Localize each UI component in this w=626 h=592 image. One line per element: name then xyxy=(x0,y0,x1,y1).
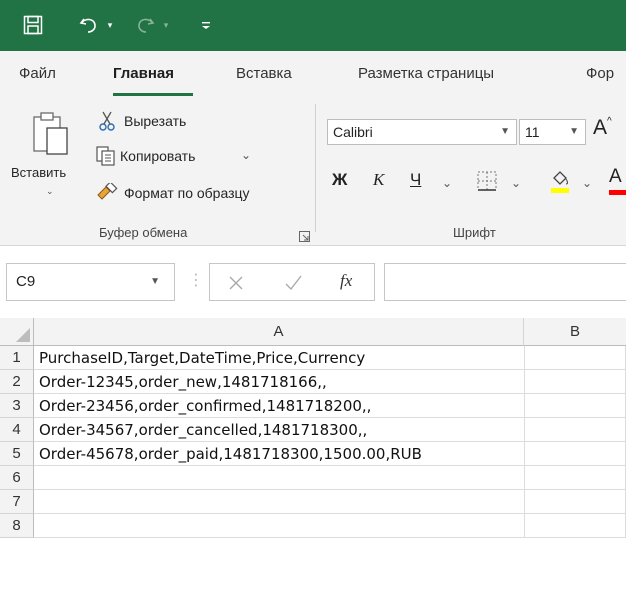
increase-font-size-label: A xyxy=(593,116,608,139)
select-all-corner[interactable] xyxy=(0,318,34,346)
title-bar: ▾ ▾ xyxy=(0,0,626,51)
cell-a4[interactable]: Order-34567,order_cancelled,1481718300,, xyxy=(34,418,524,442)
font-group-label: Шрифт xyxy=(453,225,496,240)
tab-page-layout[interactable]: Разметка страницы xyxy=(358,65,494,82)
font-size-select[interactable]: 11 ▼ xyxy=(519,119,586,145)
active-tab-indicator xyxy=(113,93,193,96)
row-header[interactable]: 3 xyxy=(0,394,34,418)
fx-label: fx xyxy=(340,271,353,290)
cell-a7[interactable] xyxy=(34,490,524,514)
cell-a2[interactable]: Order-12345,order_new,1481718166,, xyxy=(34,370,524,394)
tab-formulas[interactable]: Фор xyxy=(586,65,614,82)
cell-b1[interactable] xyxy=(524,346,626,370)
cancel-icon[interactable] xyxy=(227,271,245,298)
clipboard-group-label: Буфер обмена xyxy=(99,225,188,240)
borders-dropdown-icon[interactable]: ⌄ xyxy=(511,176,521,190)
cell-b6[interactable] xyxy=(524,466,626,490)
cell-b8[interactable] xyxy=(524,514,626,538)
formula-buttons: fx xyxy=(209,263,375,301)
font-family-select[interactable]: Calibri ▼ xyxy=(327,119,517,145)
underline-button[interactable]: Ч xyxy=(410,170,421,190)
cell-a1[interactable]: PurchaseID,Target,DateTime,Price,Currenc… xyxy=(34,346,524,370)
copy-label: Копировать xyxy=(120,148,196,164)
row-header[interactable]: 2 xyxy=(0,370,34,394)
clipboard-dialog-launcher-icon[interactable] xyxy=(299,229,310,247)
increase-font-size-button[interactable]: A^ xyxy=(593,116,612,140)
font-family-value: Calibri xyxy=(333,124,373,140)
cell-b3[interactable] xyxy=(524,394,626,418)
cell-a5[interactable]: Order-45678,order_paid,1481718300,1500.0… xyxy=(34,442,524,466)
paste-button[interactable]: Вставить ⌄ xyxy=(8,108,90,204)
cell-a8[interactable] xyxy=(34,514,524,538)
underline-dropdown-icon[interactable]: ⌄ xyxy=(442,176,452,190)
paste-dropdown-icon[interactable]: ⌄ xyxy=(46,186,54,197)
tab-file[interactable]: Файл xyxy=(19,65,56,82)
row-header[interactable]: 1 xyxy=(0,346,34,370)
redo-icon xyxy=(132,12,158,38)
undo-dropdown-icon[interactable]: ▾ xyxy=(104,16,116,34)
name-box-value: C9 xyxy=(16,273,36,290)
name-box-dropdown-icon[interactable]: ▼ xyxy=(150,264,160,300)
font-family-dropdown-icon: ▼ xyxy=(500,126,510,137)
undo-icon[interactable] xyxy=(76,12,102,38)
font-color-button[interactable]: A xyxy=(609,166,626,196)
tab-insert[interactable]: Вставка xyxy=(236,65,292,82)
row-header[interactable]: 5 xyxy=(0,442,34,466)
redo-dropdown-icon: ▾ xyxy=(163,19,169,30)
cell-b5[interactable] xyxy=(524,442,626,466)
fill-color-icon[interactable] xyxy=(549,168,571,199)
ribbon-group-separator xyxy=(315,104,316,232)
font-color-swatch xyxy=(609,190,626,195)
format-painter-label: Формат по образцу xyxy=(124,185,250,201)
font-size-value: 11 xyxy=(525,124,540,140)
cut-label: Вырезать xyxy=(124,113,187,129)
cell-b2[interactable] xyxy=(524,370,626,394)
fill-color-dropdown-icon[interactable]: ⌄ xyxy=(582,176,592,190)
paste-icon xyxy=(32,110,70,161)
formula-bar-splitter-icon[interactable]: ⋮ xyxy=(188,272,204,290)
font-color-label: A xyxy=(609,166,622,187)
format-painter-icon xyxy=(96,181,118,208)
copy-icon xyxy=(96,146,116,171)
cell-a6[interactable] xyxy=(34,466,524,490)
paste-label: Вставить xyxy=(11,165,67,180)
scissors-icon xyxy=(98,111,116,136)
row-header[interactable]: 6 xyxy=(0,466,34,490)
borders-icon[interactable] xyxy=(476,170,498,197)
cell-b4[interactable] xyxy=(524,418,626,442)
copy-dropdown-icon[interactable]: ⌄ xyxy=(241,148,251,162)
format-painter-button[interactable]: Формат по образцу xyxy=(96,181,296,208)
tab-home[interactable]: Главная xyxy=(113,65,174,82)
column-header-a[interactable]: A xyxy=(34,318,524,346)
bold-button[interactable]: Ж xyxy=(332,170,347,190)
customize-qat-icon[interactable] xyxy=(198,14,214,36)
row-header[interactable]: 4 xyxy=(0,418,34,442)
font-size-dropdown-icon: ▼ xyxy=(569,126,579,137)
cut-button[interactable]: Вырезать xyxy=(96,111,216,133)
name-box[interactable]: C9 ▼ xyxy=(6,263,175,301)
copy-button[interactable]: Копировать ⌄ xyxy=(96,146,266,168)
formula-input[interactable] xyxy=(384,263,626,301)
cell-a3[interactable]: Order-23456,order_confirmed,1481718200,, xyxy=(34,394,524,418)
row-header[interactable]: 8 xyxy=(0,514,34,538)
save-icon[interactable] xyxy=(20,12,46,38)
enter-icon[interactable] xyxy=(283,271,303,298)
column-header-b[interactable]: B xyxy=(524,318,626,346)
row-header[interactable]: 7 xyxy=(0,490,34,514)
ribbon-tabs: Файл Главная Вставка Разметка страницы Ф… xyxy=(0,51,626,99)
italic-button[interactable]: К xyxy=(373,170,384,190)
cell-b7[interactable] xyxy=(524,490,626,514)
insert-function-button[interactable]: fx xyxy=(340,271,352,291)
